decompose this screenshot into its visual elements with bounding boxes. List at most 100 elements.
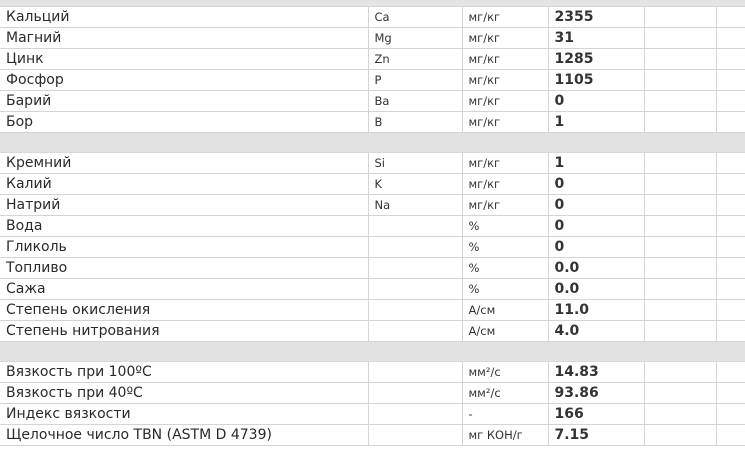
empty-cell <box>715 299 745 321</box>
unit-cell: А/см <box>461 299 549 321</box>
unit-cell: мм²/с <box>461 361 549 383</box>
empty-cell <box>643 6 717 28</box>
value-cell: 0.0 <box>547 278 645 300</box>
table-row: Сажа% 0.0 <box>0 278 745 300</box>
unit-cell: мг/кг <box>461 111 549 133</box>
element-symbol-cell <box>367 320 463 342</box>
table-row: Вязкость при 100ºС мм²/с 14.83 <box>0 361 745 383</box>
table-row: Индекс вязкости -166 <box>0 403 745 425</box>
empty-cell <box>643 236 717 258</box>
element-symbol-cell <box>367 403 463 425</box>
value-cell: 93.86 <box>547 382 645 404</box>
table-row: Фосфор Pмг/кг 1105 <box>0 69 745 91</box>
value-cell: 0.0 <box>547 257 645 279</box>
empty-cell <box>643 194 717 216</box>
table-row: Натрий Na мг/кг 0 <box>0 194 745 216</box>
unit-cell: мг/кг <box>461 152 549 174</box>
empty-cell <box>643 382 717 404</box>
parameter-name-cell: Гликоль <box>0 236 369 258</box>
group-separator-cell <box>0 132 745 153</box>
value-cell: 1 <box>547 111 645 133</box>
element-symbol-cell: Na <box>367 194 463 216</box>
value-cell: 0 <box>547 194 645 216</box>
value-cell: 7.15 <box>547 424 645 446</box>
empty-cell <box>643 152 717 174</box>
element-symbol-cell: B <box>367 111 463 133</box>
value-cell: 4.0 <box>547 320 645 342</box>
table-row: Щелочное число TBN (ASTM D 4739) мг КОН/г… <box>0 424 745 446</box>
element-symbol-cell: Mg <box>367 27 463 49</box>
value-cell: 14.83 <box>547 361 645 383</box>
unit-cell: % <box>461 257 549 279</box>
parameter-name-cell: Магний <box>0 27 369 49</box>
empty-cell <box>643 257 717 279</box>
parameter-name-cell: Натрий <box>0 194 369 216</box>
empty-cell <box>715 152 745 174</box>
element-symbol-cell: K <box>367 173 463 195</box>
table-row: Кремний Si мг/кг 1 <box>0 152 745 174</box>
value-cell: 0 <box>547 215 645 237</box>
element-symbol-cell <box>367 299 463 321</box>
table-row: Вязкость при 40ºС мм²/с 93.86 <box>0 382 745 404</box>
parameter-name-cell: Калий <box>0 173 369 195</box>
unit-cell: % <box>461 278 549 300</box>
table-row: Степень окисления А/см 11.0 <box>0 299 745 321</box>
table-row: Степень нитрования А/см 4.0 <box>0 320 745 342</box>
empty-cell <box>715 236 745 258</box>
value-cell: 11.0 <box>547 299 645 321</box>
group-separator <box>0 132 745 153</box>
value-cell: 1 <box>547 152 645 174</box>
empty-cell <box>715 403 745 425</box>
empty-cell <box>715 194 745 216</box>
element-symbol-cell: Ca <box>367 6 463 28</box>
element-symbol-cell <box>367 236 463 258</box>
empty-cell <box>643 173 717 195</box>
element-symbol-cell <box>367 215 463 237</box>
empty-cell <box>643 215 717 237</box>
group-separator-cell <box>0 341 745 362</box>
element-symbol-cell: P <box>367 69 463 91</box>
empty-cell <box>715 278 745 300</box>
empty-cell <box>715 320 745 342</box>
element-symbol-cell <box>367 424 463 446</box>
parameter-name-cell: Индекс вязкости <box>0 403 369 425</box>
parameter-name-cell: Бор <box>0 111 369 133</box>
parameter-name-cell: Вода <box>0 215 369 237</box>
parameter-name-cell: Барий <box>0 90 369 112</box>
table-row: Калий Kмг/кг 0 <box>0 173 745 195</box>
empty-cell <box>643 320 717 342</box>
element-symbol-cell: Si <box>367 152 463 174</box>
unit-cell: мг/кг <box>461 27 549 49</box>
value-cell: 166 <box>547 403 645 425</box>
empty-cell <box>715 27 745 49</box>
parameter-name-cell: Сажа <box>0 278 369 300</box>
parameter-name-cell: Кремний <box>0 152 369 174</box>
value-cell: 1285 <box>547 48 645 70</box>
parameter-name-cell: Топливо <box>0 257 369 279</box>
table-row: Гликоль% 0 <box>0 236 745 258</box>
parameter-name-cell: Фосфор <box>0 69 369 91</box>
empty-cell <box>715 257 745 279</box>
empty-cell <box>715 6 745 28</box>
unit-cell: мг/кг <box>461 194 549 216</box>
unit-cell: мг/кг <box>461 173 549 195</box>
unit-cell: мм²/с <box>461 382 549 404</box>
parameter-name-cell: Степень окисления <box>0 299 369 321</box>
element-symbol-cell <box>367 382 463 404</box>
value-cell: 0 <box>547 90 645 112</box>
oil-analysis-table: Кальций Ca мг/кг 2355 Магний Mg мг/кг 31 Цинк Zn м… <box>0 6 745 446</box>
empty-cell <box>715 424 745 446</box>
parameter-name-cell: Цинк <box>0 48 369 70</box>
table-row: Вода% 0 <box>0 215 745 237</box>
table-body: Кальций Ca мг/кг 2355 Магний Mg мг/кг 31 Цинк Zn м… <box>0 6 745 446</box>
empty-cell <box>643 361 717 383</box>
empty-cell <box>643 90 717 112</box>
parameter-name-cell: Вязкость при 40ºС <box>0 382 369 404</box>
element-symbol-cell <box>367 361 463 383</box>
unit-cell: % <box>461 215 549 237</box>
element-symbol-cell <box>367 278 463 300</box>
empty-cell <box>715 111 745 133</box>
unit-cell: мг/кг <box>461 69 549 91</box>
parameter-name-cell: Вязкость при 100ºС <box>0 361 369 383</box>
empty-cell <box>643 27 717 49</box>
